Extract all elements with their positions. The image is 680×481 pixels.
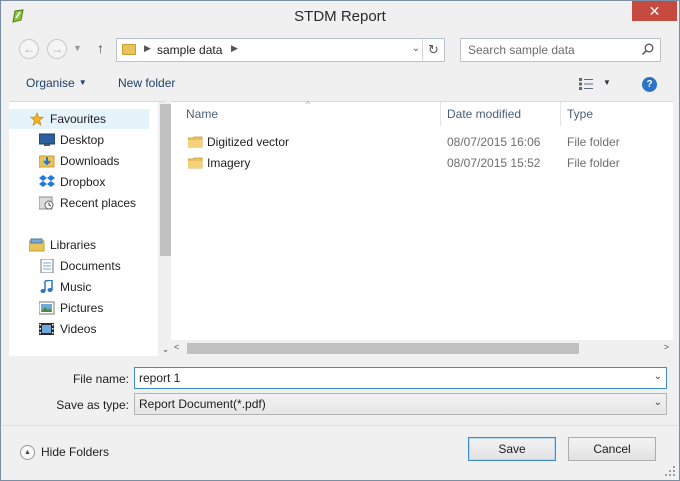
back-arrow-icon: ← xyxy=(23,42,35,56)
file-date-modified: 08/07/2015 15:52 xyxy=(447,156,541,170)
breadcrumb-chevron-icon[interactable]: ▶ xyxy=(231,43,238,54)
nav-item-downloads[interactable]: Downloads xyxy=(9,151,149,171)
forward-button[interactable]: → xyxy=(47,39,67,59)
recent-places-icon xyxy=(39,196,54,210)
file-type: File folder xyxy=(567,156,620,170)
nav-item-dropbox[interactable]: Dropbox xyxy=(9,172,149,192)
organise-button[interactable]: Organise ▼ xyxy=(26,76,87,90)
file-row[interactable]: Digitized vector 08/07/2015 16:06 File f… xyxy=(171,132,673,153)
recent-locations-chevron-icon[interactable]: ▼ xyxy=(73,43,82,53)
file-row[interactable]: Imagery 08/07/2015 15:52 File folder xyxy=(171,153,673,174)
nav-label: Documents xyxy=(60,259,121,273)
nav-item-videos[interactable]: Videos xyxy=(9,319,149,339)
view-chevron-down-icon[interactable]: ▼ xyxy=(603,78,611,87)
scroll-right-chevron-icon[interactable]: > xyxy=(664,342,669,352)
chevron-down-icon: ▼ xyxy=(78,78,87,87)
cancel-button[interactable]: Cancel xyxy=(568,437,656,461)
address-dropdown-chevron-icon[interactable]: ⌄ xyxy=(412,43,420,54)
column-divider[interactable] xyxy=(440,102,441,126)
file-date-modified: 08/07/2015 16:06 xyxy=(447,135,541,149)
nav-label: Downloads xyxy=(60,154,120,168)
folder-icon xyxy=(188,136,203,148)
scroll-left-chevron-icon[interactable]: < xyxy=(174,342,179,352)
nav-item-desktop[interactable]: Desktop xyxy=(9,130,149,150)
title-bar: STDM Report ✕ xyxy=(1,1,679,32)
window-title: STDM Report xyxy=(294,8,386,25)
nav-label: Libraries xyxy=(50,238,97,252)
column-header-date-modified[interactable]: Date modified xyxy=(447,102,521,126)
folder-icon xyxy=(188,157,203,169)
address-bar[interactable]: ▶ sample data ▶ ⌄ ↻ xyxy=(116,38,445,62)
collapse-chevron-up-icon: ▲ xyxy=(20,445,35,460)
file-type: File folder xyxy=(567,135,620,149)
command-bar: Organise ▼ New folder ▼ ? xyxy=(1,69,679,99)
file-list: ^ Name Date modified Type Digitized vect… xyxy=(171,100,673,357)
search-box[interactable] xyxy=(460,38,661,62)
column-divider[interactable] xyxy=(560,102,561,126)
breadcrumb-sample-data[interactable]: sample data xyxy=(157,43,222,57)
help-button[interactable]: ? xyxy=(642,77,657,92)
search-input[interactable] xyxy=(461,39,637,61)
resize-grip-icon[interactable] xyxy=(665,466,675,476)
breadcrumb-separator-icon[interactable]: ▶ xyxy=(144,43,151,54)
nav-item-pictures[interactable]: Pictures xyxy=(9,298,149,318)
file-name-label: File name: xyxy=(72,372,129,386)
navigation-pane: Favourites Desktop Downloads Dropbox Rec… xyxy=(9,101,173,357)
nav-label: Dropbox xyxy=(60,175,106,189)
videos-icon xyxy=(39,323,54,335)
file-name-input[interactable] xyxy=(135,368,645,388)
column-header-type[interactable]: Type xyxy=(567,102,593,126)
save-as-type-select[interactable]: Report Document(*.pdf) ⌄ xyxy=(134,393,667,415)
dropbox-icon xyxy=(39,175,55,187)
documents-icon xyxy=(40,259,54,273)
save-button[interactable]: Save xyxy=(468,437,556,461)
nav-label: Favourites xyxy=(50,112,107,126)
column-header-name[interactable]: Name xyxy=(186,102,218,126)
nav-label: Desktop xyxy=(60,133,105,147)
horizontal-scrollbar-thumb[interactable] xyxy=(187,343,579,354)
nav-label: Pictures xyxy=(60,301,104,315)
file-name-combobox[interactable]: ⌄ xyxy=(134,367,667,389)
search-icon[interactable] xyxy=(641,43,654,56)
nav-label: Recent places xyxy=(60,196,137,210)
file-name: Digitized vector xyxy=(207,135,290,149)
hide-folders-label: Hide Folders xyxy=(41,445,110,459)
nav-item-favourites[interactable]: Favourites xyxy=(9,109,149,129)
pictures-icon xyxy=(39,301,55,315)
downloads-icon xyxy=(39,155,55,168)
sort-ascending-icon: ^ xyxy=(306,100,310,109)
nav-item-libraries[interactable]: Libraries xyxy=(9,235,149,255)
nav-label: Music xyxy=(60,280,92,294)
close-button[interactable]: ✕ xyxy=(632,1,677,21)
nav-label: Videos xyxy=(60,322,97,336)
nav-item-music[interactable]: Music xyxy=(9,277,149,297)
star-icon xyxy=(29,112,45,126)
save-dialog: STDM Report ✕ ← → ▼ ↑ ▶ sample data ▶ ⌄ … xyxy=(0,0,680,481)
file-name-chevron-down-icon[interactable]: ⌄ xyxy=(654,371,662,382)
forward-arrow-icon: → xyxy=(51,42,63,56)
horizontal-scrollbar[interactable]: < > xyxy=(171,340,673,357)
save-as-type-value: Report Document(*.pdf) xyxy=(139,397,266,411)
libraries-icon xyxy=(29,238,45,252)
new-folder-button[interactable]: New folder xyxy=(118,76,175,90)
save-as-type-chevron-down-icon: ⌄ xyxy=(653,397,662,408)
music-icon xyxy=(40,280,53,293)
folder-icon xyxy=(122,44,136,55)
address-row: ← → ▼ ↑ ▶ sample data ▶ ⌄ ↻ xyxy=(1,34,679,64)
save-as-type-label: Save as type: xyxy=(56,398,129,412)
up-arrow-icon[interactable]: ↑ xyxy=(97,40,104,56)
file-name: Imagery xyxy=(207,156,251,170)
organise-label: Organise xyxy=(26,76,75,90)
nav-item-recent-places[interactable]: Recent places xyxy=(9,193,149,213)
view-options-icon[interactable] xyxy=(579,78,593,90)
back-button[interactable]: ← xyxy=(19,39,39,59)
nav-scrollbar-thumb[interactable] xyxy=(160,104,171,256)
refresh-icon[interactable]: ↻ xyxy=(422,39,444,61)
dialog-footer: ▲ Hide Folders Save Cancel xyxy=(1,425,679,480)
desktop-icon xyxy=(39,133,55,146)
nav-item-documents[interactable]: Documents xyxy=(9,256,149,276)
